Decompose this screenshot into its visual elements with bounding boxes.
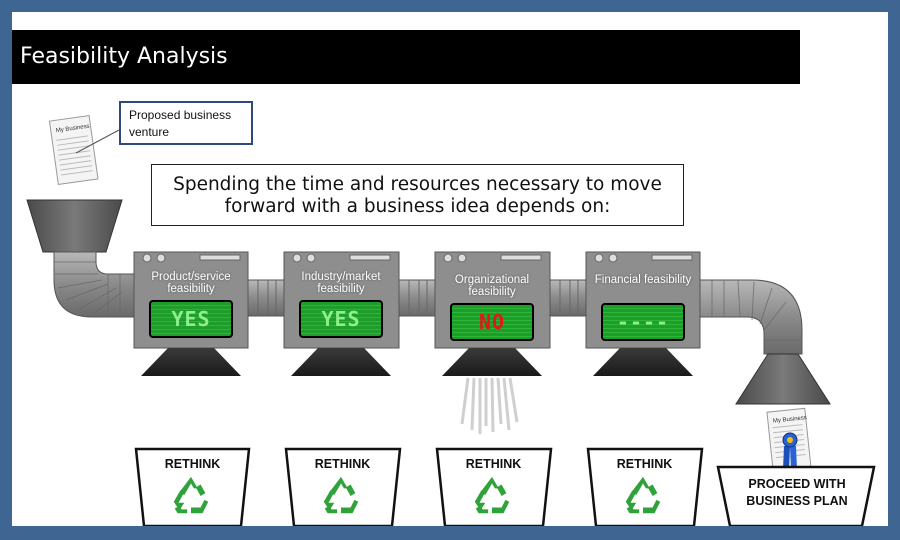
- stage-screen-industry: YES: [299, 300, 383, 338]
- stage-label-industry: Industry/market feasibility: [301, 271, 381, 295]
- question-box: Spending the time and resources necessar…: [151, 164, 684, 226]
- shredded-paper: [460, 377, 519, 434]
- input-document-icon: My Business: [48, 114, 99, 186]
- stage-label-financial: Financial feasibility: [594, 274, 692, 286]
- page-title: Feasibility Analysis: [20, 44, 228, 69]
- rethink-bin-1: RETHINK: [134, 449, 251, 526]
- stage-label-organizational: Organizational feasibility: [454, 274, 530, 298]
- stage-label-product: Product/service feasibility: [151, 271, 231, 295]
- rethink-bin-4: RETHINK: [586, 449, 703, 526]
- recycle-icon: [173, 476, 209, 514]
- bin-label: RETHINK: [616, 457, 673, 471]
- rethink-bin-2: RETHINK: [284, 449, 401, 526]
- bin-label: RETHINK: [164, 457, 221, 471]
- stage-result-organizational: NO: [478, 310, 506, 334]
- recycle-icon: [474, 476, 510, 514]
- output-funnel: [735, 353, 831, 405]
- bin-label: RETHINK: [465, 457, 522, 471]
- slide: My Business My Business Feasibility Anal…: [12, 12, 888, 526]
- rethink-bin-3: RETHINK: [435, 449, 552, 526]
- outlet-pipe: [699, 279, 803, 355]
- stage-screen-product: YES: [149, 300, 233, 338]
- stage-result-product: YES: [171, 307, 211, 331]
- stage-result-industry: YES: [321, 307, 361, 331]
- business-plan-document-icon: My Business: [766, 407, 812, 473]
- bin-label: RETHINK: [314, 457, 371, 471]
- recycle-icon: [625, 476, 661, 514]
- stage-result-financial: ----: [616, 310, 670, 334]
- recycle-icon: [323, 476, 359, 514]
- proposed-venture-callout: Proposed business venture: [119, 101, 253, 145]
- stage-screen-financial: ----: [601, 303, 685, 341]
- stage-screen-organizational: NO: [450, 303, 534, 341]
- proceed-bin-label: PROCEED WITH BUSINESS PLAN: [746, 477, 848, 508]
- input-funnel: [26, 199, 123, 253]
- title-bar: Feasibility Analysis: [12, 30, 800, 84]
